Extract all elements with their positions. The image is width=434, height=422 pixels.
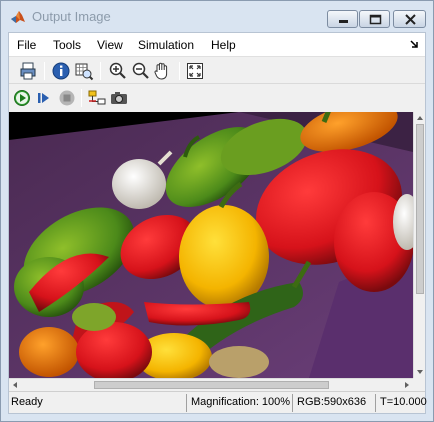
vertical-scroll-thumb[interactable] [416,124,424,294]
dock-arrow-icon[interactable] [409,39,419,49]
info-button[interactable] [51,61,71,81]
scroll-left-icon[interactable] [9,379,21,391]
menu-view[interactable]: View [97,38,123,52]
snapshot-button[interactable] [109,88,129,108]
step-forward-icon [38,93,49,103]
pan-button[interactable] [152,61,172,81]
status-magnification: Magnification: 100% [186,394,291,412]
status-rgb-size: RGB:590x636 [292,394,374,412]
scroll-down-icon[interactable] [414,366,426,378]
zoom-in-icon [109,62,126,79]
close-icon [405,14,416,25]
scroll-right-icon[interactable] [401,379,413,391]
stop-button[interactable] [57,88,77,108]
scroll-up-icon[interactable] [414,112,426,124]
minimize-button[interactable] [327,10,358,28]
info-icon [52,62,70,80]
status-ready: Ready [11,396,43,408]
scroll-corner [413,378,425,390]
maximize-button[interactable] [359,10,390,28]
output-image-window: Output Image File Tools View Simulation … [0,0,434,422]
vertical-scrollbar[interactable] [413,112,425,378]
client-area: File Tools View Simulation Help Ready Ma… [8,32,427,414]
highlight-model-icon [88,90,106,105]
status-bar: Ready Magnification: 100% RGB:590x636 T=… [9,391,427,413]
zoom-out-button[interactable] [131,61,151,81]
zoom-in-button[interactable] [108,61,128,81]
menu-bar: File Tools View Simulation Help [9,33,425,57]
horizontal-scrollbar[interactable] [9,378,413,390]
fit-to-window-button[interactable] [185,61,205,81]
simulation-toolbar [9,85,425,110]
print-button[interactable] [18,61,38,81]
window-title: Output Image [32,9,111,24]
image-display[interactable] [9,112,413,378]
highlight-model-button[interactable] [87,88,107,108]
status-time: T=10.000 [375,394,427,412]
menu-help[interactable]: Help [211,38,236,52]
step-forward-button[interactable] [34,88,54,108]
pan-hand-icon [154,62,168,80]
print-icon [20,62,36,80]
peppers-image [9,112,413,378]
fit-to-window-icon [187,63,203,79]
menu-file[interactable]: File [17,38,36,52]
menu-tools[interactable]: Tools [53,38,81,52]
horizontal-scroll-thumb[interactable] [94,381,329,389]
zoom-out-icon [132,62,149,79]
menu-simulation[interactable]: Simulation [138,38,194,52]
run-button[interactable] [12,88,32,108]
minimize-icon [339,20,348,23]
pixel-region-icon [75,63,94,81]
pixel-region-button[interactable] [74,61,94,81]
matlab-logo-icon [11,11,25,23]
maximize-icon [369,14,382,25]
run-icon [14,90,30,106]
main-toolbar [9,58,425,84]
title-bar[interactable]: Output Image [1,1,433,31]
close-button[interactable] [393,10,426,28]
snapshot-camera-icon [111,92,127,104]
stop-icon [59,90,75,106]
